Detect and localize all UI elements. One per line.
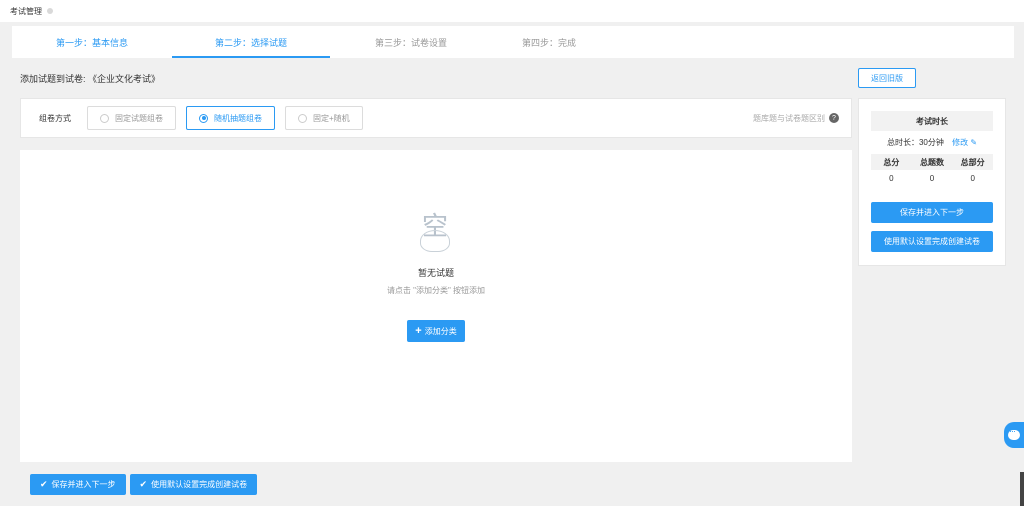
add-category-label: 添加分类: [424, 326, 457, 336]
step-nav: 第一步：基本信息 第二步：选择试题 第三步：试卷设置 第四步：完成: [12, 26, 1014, 58]
add-category-button[interactable]: + 添加分类: [407, 320, 465, 342]
step-select-questions[interactable]: 第二步：选择试题: [172, 26, 330, 58]
edit-duration-link[interactable]: 修改 ✎: [952, 138, 977, 147]
duration-title: 考试时长: [871, 111, 993, 131]
help-icon[interactable]: ?: [829, 113, 839, 123]
compose-mode-label: 组卷方式: [39, 113, 71, 123]
bottom-save-label: 保存并进入下一步: [51, 480, 116, 489]
back-to-old-version-button[interactable]: 返回旧版: [858, 68, 916, 88]
total-questions: 0: [929, 173, 935, 183]
empty-state: 空 暂无试题 请点击 "添加分类" 按钮添加 + 添加分类: [20, 204, 852, 342]
chat-bubble-icon: [1008, 426, 1020, 440]
step-finish[interactable]: 第四步：完成: [492, 26, 606, 58]
edit-label: 修改: [952, 138, 969, 147]
stats-value-row: 0 0 0: [871, 170, 993, 186]
total-duration-text: 总时长：30分钟: [886, 138, 944, 147]
check-icon: ✔: [139, 479, 148, 489]
step-paper-settings[interactable]: 第三步：试卷设置: [330, 26, 492, 58]
compose-option-label: 固定试题组卷: [115, 113, 163, 123]
question-list-area: 空 暂无试题 请点击 "添加分类" 按钮添加 + 添加分类: [20, 150, 852, 462]
use-default-settings-button[interactable]: 使用默认设置完成创建试卷: [871, 231, 993, 252]
radio-icon: [298, 113, 307, 123]
save-and-next-button[interactable]: 保存并进入下一步: [871, 202, 993, 223]
exam-summary-panel: 考试时长 总时长：30分钟 修改 ✎ 总分 总题数 总部分 0 0 0 保存并进…: [858, 98, 1006, 266]
compose-option-label: 固定+随机: [313, 113, 350, 123]
empty-subtitle: 请点击 "添加分类" 按钮添加: [386, 286, 486, 295]
stats-header-row: 总分 总题数 总部分: [871, 154, 993, 170]
plus-icon: +: [415, 325, 422, 337]
bottom-use-default-button[interactable]: ✔ 使用默认设置完成创建试卷: [129, 474, 258, 495]
compose-option-label: 随机抽题组卷: [214, 113, 262, 123]
top-bar: 考试管理: [0, 0, 1024, 22]
page-title: 考试管理: [10, 6, 42, 16]
stats-header: 总分: [883, 157, 900, 167]
stats-header: 总部分: [960, 157, 985, 167]
chat-button[interactable]: [1004, 422, 1024, 448]
pencil-icon: ✎: [970, 138, 978, 147]
check-icon: ✔: [40, 479, 48, 489]
total-score: 0: [889, 173, 894, 183]
compose-option-fixed-random[interactable]: 固定+随机: [285, 106, 363, 130]
empty-title: 暂无试题: [417, 268, 454, 278]
total-duration: 总时长：30分钟 修改 ✎: [859, 137, 1005, 148]
stats-table: 总分 总题数 总部分 0 0 0: [871, 154, 993, 186]
compose-option-random[interactable]: 随机抽题组卷: [186, 106, 275, 130]
section-heading: 添加试题到试卷: 《企业文化考试》: [20, 74, 161, 84]
status-dot-icon: [47, 8, 53, 14]
compose-option-fixed[interactable]: 固定试题组卷: [87, 106, 176, 130]
stats-header: 总题数: [920, 157, 944, 167]
compose-mode-panel: 组卷方式 固定试题组卷 随机抽题组卷 固定+随机 题库题与试卷题区别 ?: [20, 98, 852, 138]
question-difference-link[interactable]: 题库题与试卷题区别 ?: [753, 113, 839, 124]
bottom-save-and-next-button[interactable]: ✔ 保存并进入下一步: [30, 474, 126, 495]
bottom-default-label: 使用默认设置完成创建试卷: [151, 480, 248, 489]
question-difference-label: 题库题与试卷题区别: [753, 113, 825, 123]
total-sections: 0: [970, 173, 975, 183]
step-basic-info[interactable]: 第一步：基本信息: [12, 26, 172, 58]
bottom-actions: ✔ 保存并进入下一步 ✔ 使用默认设置完成创建试卷: [30, 474, 261, 495]
empty-illustration-icon: 空: [416, 204, 456, 256]
edge-widget: [1020, 472, 1024, 506]
radio-checked-icon: [199, 113, 208, 123]
radio-icon: [100, 113, 109, 123]
